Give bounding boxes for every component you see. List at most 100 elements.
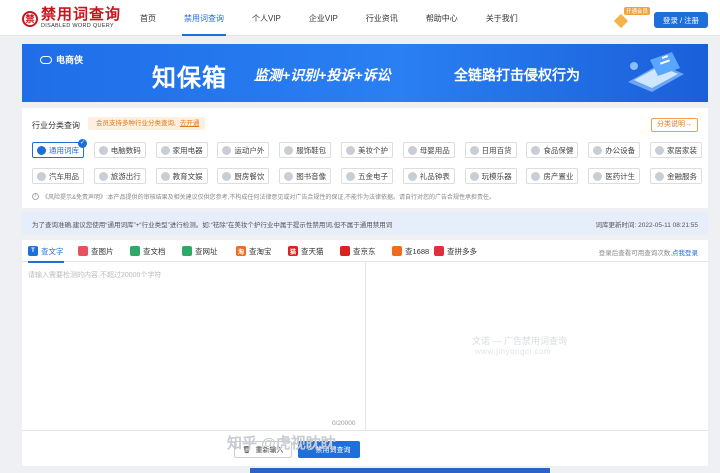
category-13[interactable]: 教育文娱	[155, 168, 208, 184]
tab-label: 查1688	[405, 246, 430, 256]
notice-text: 为了查询准确,建议您使用“通用词库”+“行业类型”进行检测。如:“祛除”在美妆个…	[32, 222, 393, 229]
category-label: 家用电器	[172, 145, 203, 155]
category-label: 厨房餐饮	[234, 171, 265, 181]
risk-disclaimer: ! 《风险提示&免责声明》:本产品提供的审核结果及相关建议仅供您参考,不构成任何…	[32, 192, 495, 201]
tab-4[interactable]: 淘查淘宝	[236, 240, 272, 262]
category-3[interactable]: 运动户外	[217, 142, 270, 158]
vip-open-button[interactable]: 开通会员	[613, 7, 651, 30]
category-icon	[469, 171, 479, 181]
bottom-strip	[250, 468, 550, 473]
login-register-button[interactable]: 登录 / 注册	[654, 12, 708, 28]
category-2[interactable]: 家用电器	[155, 142, 208, 158]
category-help-button[interactable]: 分类说明→	[651, 118, 698, 132]
nav-personal-vip[interactable]: 个人VIP	[242, 0, 291, 36]
category-12[interactable]: 旅游出行	[93, 168, 146, 184]
nav-about-us[interactable]: 关于我们	[476, 0, 528, 36]
tab-3[interactable]: 查网址	[182, 240, 218, 262]
category-label: 食品保健	[543, 145, 574, 155]
brand-icon	[40, 55, 52, 64]
zhihu-watermark: 知乎 @虎视眈眈	[227, 435, 336, 452]
update-time: 词库更新时间: 2022-05-11 08:21:55	[595, 222, 699, 229]
category-label: 日用百货	[481, 145, 512, 155]
category-21[interactable]: 金融服务	[650, 168, 702, 184]
member-tip: 会员支持多种行业分类查询, 去开通	[88, 117, 206, 130]
category-5[interactable]: 美妆个护	[341, 142, 393, 158]
category-7[interactable]: 日用百货	[464, 142, 517, 158]
category-label: 图书音像	[296, 171, 327, 181]
category-icon	[655, 171, 664, 181]
content-input[interactable]	[28, 270, 360, 420]
category-icon	[222, 171, 232, 181]
category-label: 房产置业	[543, 171, 574, 181]
input-pane	[22, 262, 366, 430]
tab-icon: 猫	[288, 246, 298, 256]
tab-5[interactable]: 猫查天猫	[288, 240, 324, 262]
tab-2[interactable]: 查文档	[130, 240, 166, 262]
top-navbar: 禁 禁用词查询 DISABLED WORD QUERY 首页 禁用词查询 个人V…	[0, 0, 720, 36]
category-14[interactable]: 厨房餐饮	[217, 168, 270, 184]
category-20[interactable]: 医药计生	[588, 168, 641, 184]
category-label: 办公设备	[605, 145, 636, 155]
category-label: 运动户外	[234, 145, 265, 155]
category-icon	[469, 145, 479, 155]
tab-8[interactable]: 查拼多多	[434, 240, 477, 262]
category-icon	[284, 145, 294, 155]
category-icon	[37, 171, 46, 181]
tab-7[interactable]: 查1688	[392, 240, 429, 262]
query-editor: 登录后查看可用查询次数,点我登录 T 查文字 查图片 查文档 查网址淘查淘宝猫查天猫 查京…	[22, 240, 708, 466]
category-10[interactable]: 家居家装	[650, 142, 702, 158]
category-label: 母婴用品	[419, 145, 450, 155]
query-type-tabs: 登录后查看可用查询次数,点我登录 T 查文字 查图片 查文档 查网址淘查淘宝猫查天猫 查京…	[22, 240, 708, 263]
tab-0[interactable]: T 查文字	[28, 240, 64, 263]
warning-icon: !	[32, 193, 39, 200]
main-nav: 首页 禁用词查询 个人VIP 企业VIP 行业资讯 帮助中心 关于我们	[130, 0, 536, 36]
category-0[interactable]: 通用词库 ✓	[32, 139, 87, 158]
char-counter: 0/20000	[332, 420, 356, 427]
category-icon	[222, 145, 232, 155]
nav-enterprise-vip[interactable]: 企业VIP	[299, 0, 348, 36]
category-label: 旅游出行	[110, 171, 141, 181]
login-link[interactable]: 点我登录	[672, 250, 698, 257]
tab-icon	[340, 246, 350, 256]
category-label: 服饰鞋包	[296, 145, 327, 155]
category-16[interactable]: 五金电子	[341, 168, 393, 184]
category-4[interactable]: 服饰鞋包	[279, 142, 332, 158]
nav-help-center[interactable]: 帮助中心	[416, 0, 468, 36]
diamond-icon	[613, 13, 629, 29]
banner-brand: 电商侠	[40, 53, 83, 66]
tab-icon	[392, 246, 402, 256]
category-9[interactable]: 办公设备	[588, 142, 641, 158]
promo-banner[interactable]: 电商侠 知保箱 监测+识别+投诉+诉讼 全链路打击侵权行为	[22, 44, 708, 102]
category-icon	[98, 171, 108, 181]
tab-label: 查网址	[195, 246, 218, 256]
category-18[interactable]: 玩模乐器	[464, 168, 517, 184]
nav-forbidden-word-query[interactable]: 禁用词查询	[174, 0, 234, 36]
category-15[interactable]: 图书音像	[279, 168, 332, 184]
category-11[interactable]: 汽车用品	[32, 168, 84, 184]
logo-subtitle: DISABLED WORD QUERY	[41, 23, 114, 29]
tab-label: 查图片	[91, 246, 114, 256]
category-6[interactable]: 母婴用品	[402, 142, 455, 158]
banner-title: 知保箱	[152, 65, 227, 92]
editor-actions: 🗑 重新输入 ⌕ 禁用词查询	[22, 430, 708, 466]
tab-label: 查拼多多	[447, 246, 477, 256]
tab-icon	[434, 246, 444, 256]
tab-label: 查京东	[353, 246, 376, 256]
open-membership-link[interactable]: 去开通	[180, 120, 200, 127]
category-label: 金融服务	[667, 171, 697, 181]
category-1[interactable]: 电脑数码	[93, 142, 146, 158]
category-19[interactable]: 房产置业	[526, 168, 579, 184]
tab-6[interactable]: 查京东	[340, 240, 376, 262]
nav-industry-news[interactable]: 行业资讯	[356, 0, 408, 36]
category-icon	[655, 145, 664, 155]
category-8[interactable]: 食品保健	[526, 142, 579, 158]
nav-home[interactable]: 首页	[130, 0, 166, 36]
notice-bar: 为了查询准确,建议您使用“通用词库”+“行业类型”进行检测。如:“祛除”在美妆个…	[22, 212, 708, 234]
tab-icon: T	[28, 246, 38, 256]
category-label: 家居家装	[667, 145, 697, 155]
vip-tag: 开通会员	[624, 7, 651, 15]
tab-1[interactable]: 查图片	[78, 240, 114, 262]
tab-label: 查文档	[143, 246, 166, 256]
site-logo[interactable]: 禁 禁用词查询 DISABLED WORD QUERY	[22, 7, 121, 30]
category-17[interactable]: 礼品钟表	[402, 168, 455, 184]
